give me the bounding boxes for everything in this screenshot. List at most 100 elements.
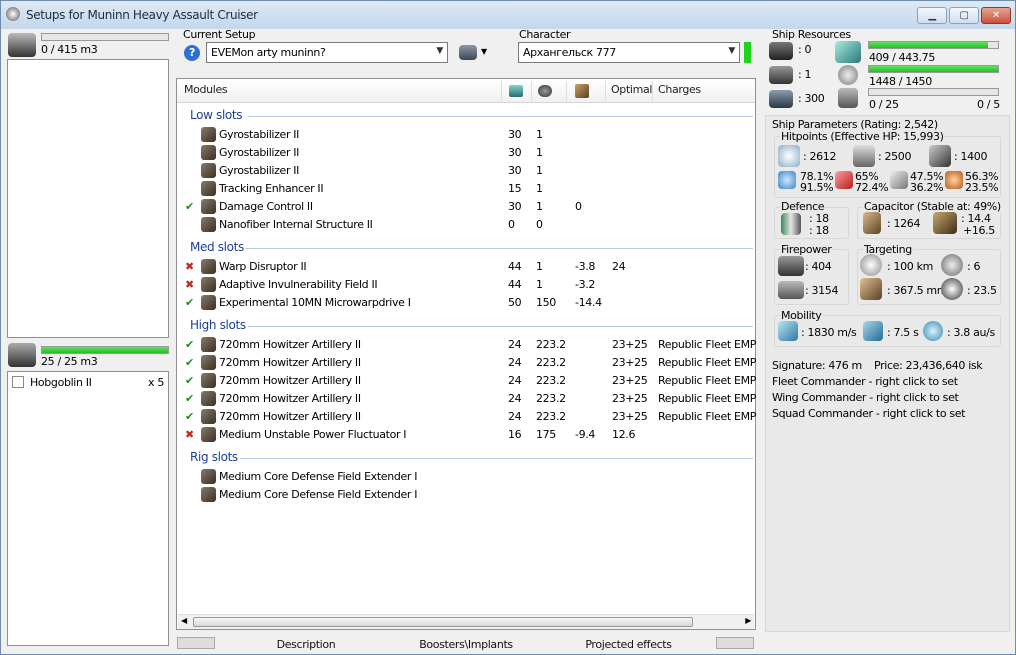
setup-value: EVEMon arty muninn? [211,46,326,59]
table-row[interactable]: ✔ Damage Control II 30 1 0 [178,198,753,216]
module-icon [201,373,216,388]
module-cpu: 24 [508,374,522,387]
col-optimal[interactable]: Optimal [611,78,652,102]
maximize-button[interactable]: ▢ [949,7,979,24]
chevron-down-icon[interactable]: ▼ [481,47,487,56]
table-row[interactable]: Gyrostabilizer II 30 1 [178,144,753,162]
hitpoints-title: Hitpoints (Effective HP: 15,993) [780,130,945,143]
module-name: 720mm Howitzer Artillery II [219,392,361,405]
check-icon[interactable]: ✔ [185,336,194,354]
capacitor-icon [863,212,881,234]
table-row[interactable]: Gyrostabilizer II 30 1 [178,162,753,180]
check-icon[interactable]: ✔ [185,354,194,372]
powergrid-icon [838,65,858,85]
ship-menu-icon[interactable] [459,45,477,60]
table-row[interactable]: ✔ 720mm Howitzer Artillery II 24 223.2 23+25… [178,390,757,408]
list-item[interactable]: Hobgoblin II x 5 [12,376,164,390]
check-icon[interactable]: ✔ [185,390,194,408]
module-optimal: 23+25 [612,356,648,369]
module-name: Gyrostabilizer II [219,128,300,141]
module-icon [201,427,216,442]
module-powergrid: 1 [536,260,543,273]
explosive-resist-armor: 23.5% [965,181,999,194]
module-cpu: 24 [508,356,522,369]
setup-select[interactable]: EVEMon arty muninn? ▼ [206,42,448,63]
character-select[interactable]: Архангельск 777 ▼ [518,42,740,63]
targeting-range-icon [860,254,882,276]
cpu-column-icon[interactable] [509,85,523,97]
offline-icon[interactable]: ✖ [185,426,194,444]
module-icon [201,199,216,214]
section-title: Low slots [190,108,243,122]
scroll-left-icon[interactable]: ◀ [181,616,187,625]
module-icon [201,181,216,196]
powergrid-column-icon[interactable] [538,85,552,97]
check-icon[interactable]: ✔ [185,372,194,390]
module-optimal: 23+25 [612,392,648,405]
module-cpu: 44 [508,278,522,291]
turret-hardpoint-icon [769,42,793,60]
capacitor-column-icon[interactable] [575,84,589,98]
drone-bandwidth-bar [868,88,999,96]
table-row[interactable]: ✖ Warp Disruptor II 44 1 -3.8 24 [178,258,753,276]
module-name: Tracking Enhancer II [219,182,324,195]
fleet-commander[interactable]: Fleet Commander - right click to set [772,375,958,388]
table-row[interactable]: ✔ 720mm Howitzer Artillery II 24 223.2 23+25… [178,372,756,390]
armor-hp: : 2500 [878,150,912,163]
cargo-list[interactable] [7,59,169,338]
targeting-range: : 100 km [887,260,933,273]
check-icon[interactable]: ✔ [185,198,194,216]
table-row[interactable]: Medium Core Defense Field Extender I [178,486,753,504]
col-modules[interactable]: Modules [184,78,228,102]
table-row[interactable]: Gyrostabilizer II 30 1 [178,126,753,144]
module-cpu: 30 [508,146,522,159]
cargo-capacity: 0 / 415 m3 [41,43,98,56]
module-icon [201,469,216,484]
table-row[interactable]: ✖ Adaptive Invulnerability Field II 44 1 -3.… [178,276,753,294]
check-icon[interactable]: ✔ [185,408,194,426]
table-row[interactable]: ✔ 720mm Howitzer Artillery II 24 223.2 23+25… [178,354,756,372]
structure-hp-icon [929,145,951,167]
max-targets: : 6 [967,260,981,273]
table-row[interactable]: ✖ Medium Unstable Power Fluctuator I 16 175… [178,426,753,444]
check-icon[interactable]: ✔ [185,294,194,312]
cpu-bar [868,41,999,49]
table-row[interactable]: Nanofiber Internal Structure II 0 0 [178,216,753,234]
table-row[interactable]: ✔ 720mm Howitzer Artillery II 24 223.2 23+25… [178,408,756,426]
module-cpu: 24 [508,338,522,351]
close-button[interactable]: ✕ [981,7,1011,24]
tab-scroll-left[interactable] [177,637,215,649]
tab-scroll-right[interactable] [716,637,754,649]
table-row[interactable]: Medium Core Defense Field Extender I [178,468,753,486]
tab-projected-effects[interactable]: Projected effects [581,635,676,654]
shield-hp: : 2612 [803,150,837,163]
sensor-strength: : 23.5 [967,284,997,297]
drone-list[interactable]: Hobgoblin II x 5 [7,371,169,646]
scroll-right-icon[interactable]: ▶ [745,616,751,625]
offline-icon[interactable]: ✖ [185,258,194,276]
tab-description[interactable]: Description [271,635,341,654]
section-title: Med slots [190,240,244,254]
offline-icon[interactable]: ✖ [185,276,194,294]
wing-commander[interactable]: Wing Commander - right click to set [772,391,959,404]
col-charges[interactable]: Charges [658,78,701,102]
table-row[interactable]: ✔ Experimental 10MN Microwarpdrive I 50 150… [178,294,753,312]
horizontal-scrollbar[interactable]: ◀ ▶ [178,614,754,629]
tab-boosters-implants[interactable]: Boosters\Implants [416,635,516,654]
module-powergrid: 1 [536,146,543,159]
help-icon[interactable]: ? [184,45,200,61]
squad-commander[interactable]: Squad Commander - right click to set [772,407,965,420]
table-row[interactable]: Tracking Enhancer II 15 1 [178,180,753,198]
module-icon [201,355,216,370]
module-icon [201,163,216,178]
module-cpu: 0 [508,218,515,231]
module-charge: Republic Fleet EMP [658,392,757,405]
drone-checkbox[interactable] [12,376,24,388]
minimize-button[interactable]: ▁ [917,7,947,24]
thermal-resist-armor: 72.4% [855,181,889,194]
module-optimal: 24 [612,260,626,273]
module-icon [201,277,216,292]
table-row[interactable]: ✔ 720mm Howitzer Artillery II 24 223.2 23+25… [178,336,756,354]
scroll-thumb[interactable] [193,617,693,627]
volley-value: : 3154 [805,284,839,297]
